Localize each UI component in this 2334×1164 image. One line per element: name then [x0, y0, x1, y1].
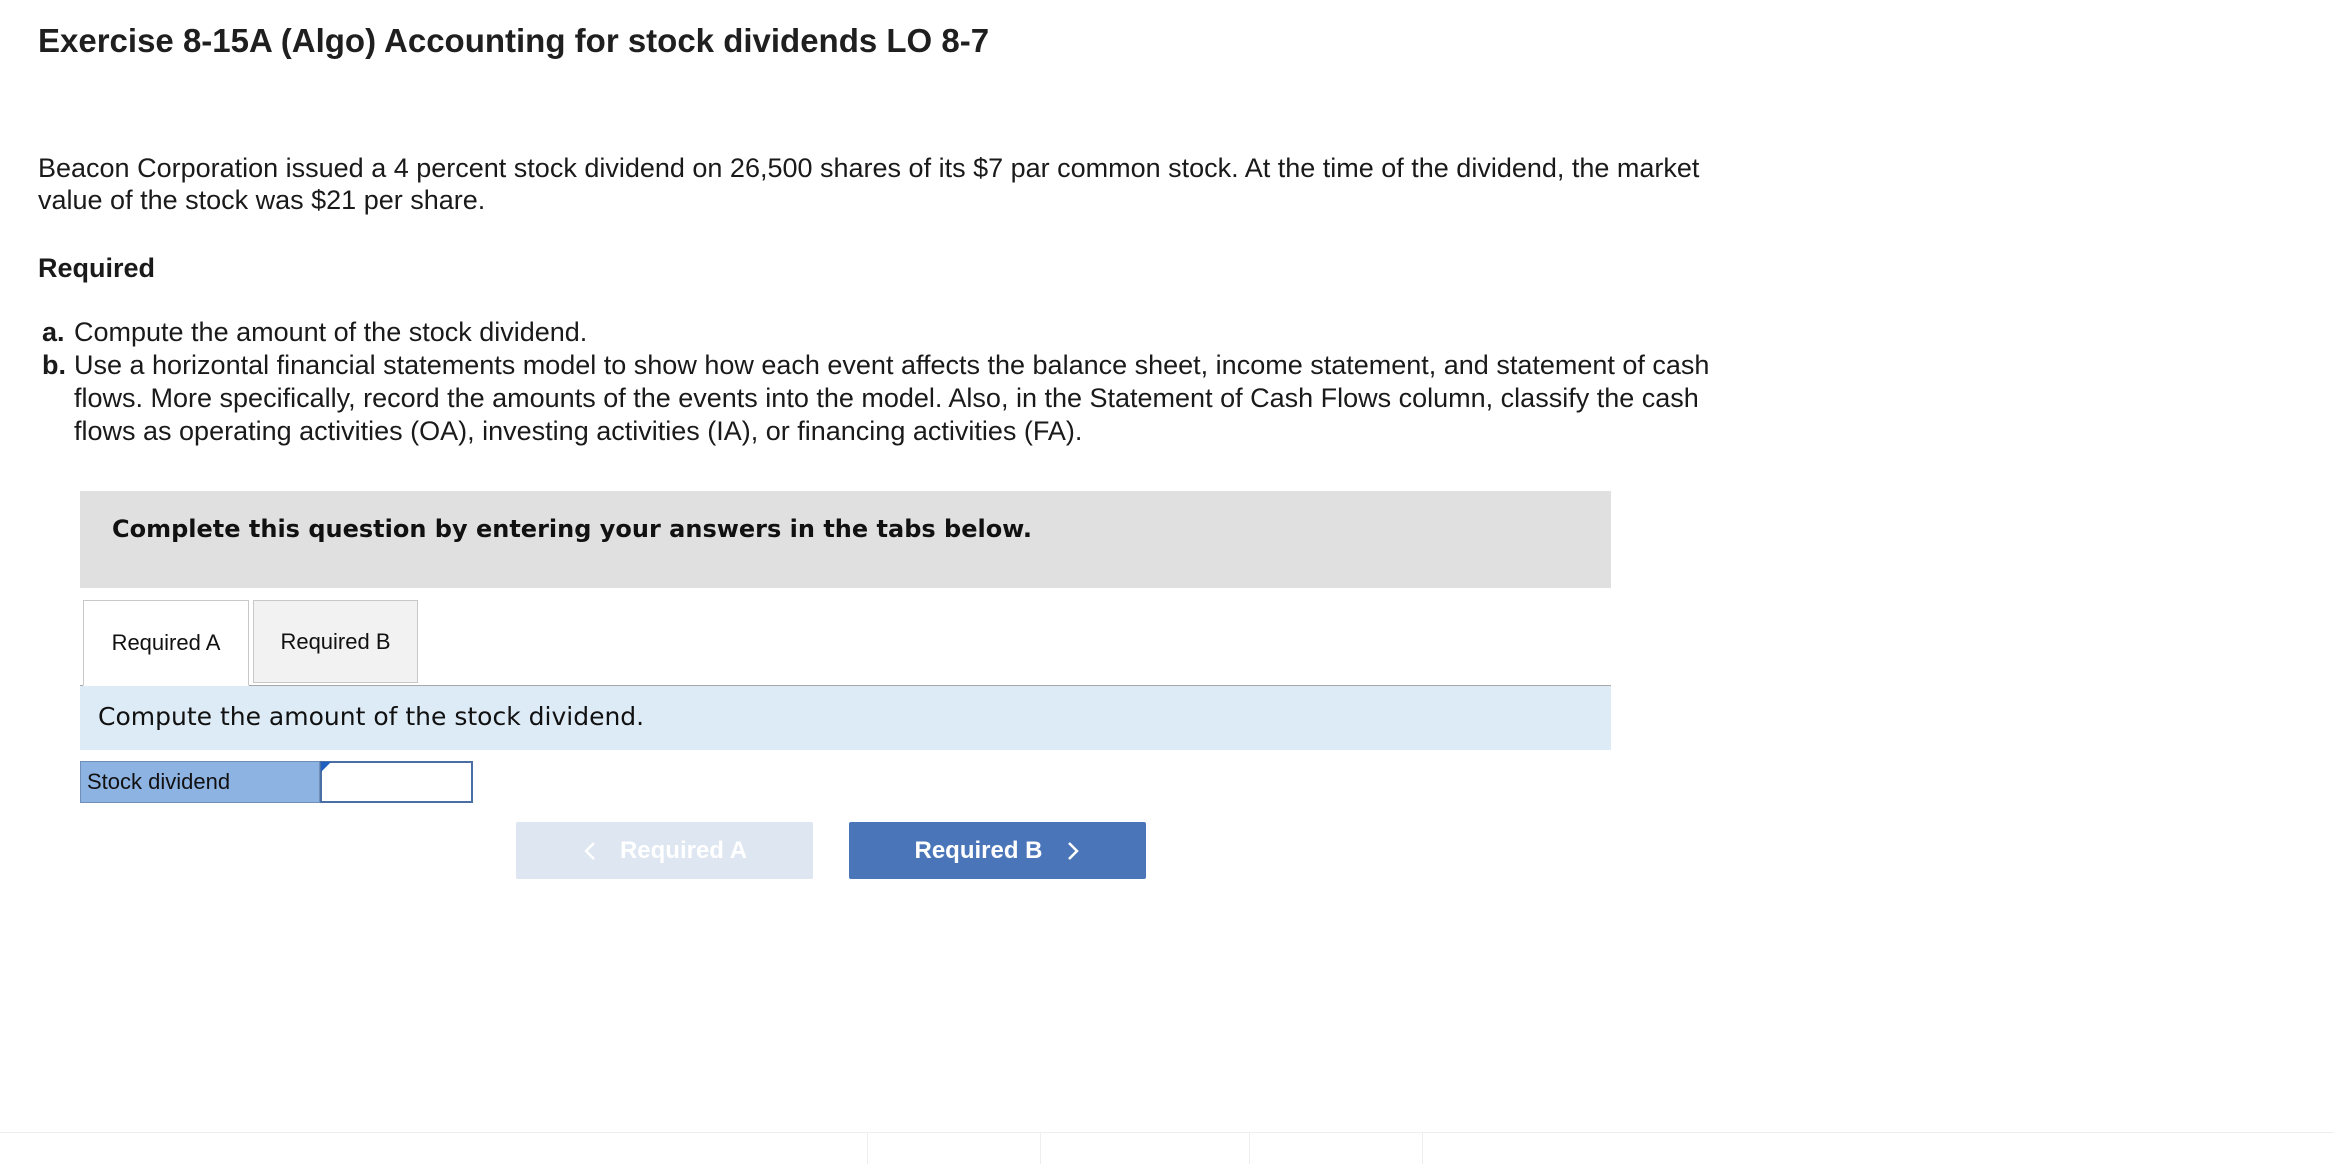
- footer-divider-tick: [1040, 1133, 1041, 1164]
- answer-row: Stock dividend: [80, 761, 473, 803]
- chevron-right-icon: [1065, 839, 1081, 863]
- required-item-b: b. Use a horizontal financial statements…: [42, 349, 1762, 448]
- footer-divider-tick: [867, 1133, 868, 1164]
- previous-button-label: Required A: [619, 836, 748, 864]
- page-title: Exercise 8-15A (Algo) Accounting for sto…: [38, 22, 990, 59]
- problem-intro: Beacon Corporation issued a 4 percent st…: [38, 153, 1700, 215]
- required-item-a: a. Compute the amount of the stock divid…: [42, 316, 1762, 349]
- tab-bar: Required A Required B: [80, 600, 1611, 686]
- instruction-text: Complete this question by entering your …: [112, 515, 1032, 543]
- next-button[interactable]: Required B: [849, 822, 1146, 879]
- previous-button[interactable]: Required A: [516, 822, 813, 879]
- tab-prompt-bar: Compute the amount of the stock dividend…: [80, 686, 1611, 750]
- required-item-text: Compute the amount of the stock dividend…: [74, 317, 588, 347]
- tab-required-a[interactable]: Required A: [83, 600, 249, 686]
- instruction-banner: Complete this question by entering your …: [80, 491, 1611, 588]
- footer-divider-tick: [1422, 1133, 1423, 1164]
- answer-cell: [320, 761, 473, 803]
- required-item-text: Use a horizontal financial statements mo…: [74, 350, 1710, 446]
- required-item-letter: b.: [42, 350, 66, 380]
- tab-required-b[interactable]: Required B: [253, 600, 418, 683]
- cell-marker-icon: [321, 762, 331, 772]
- required-item-letter: a.: [42, 317, 65, 347]
- footer-divider-tick: [1249, 1133, 1250, 1164]
- tab-prompt-text: Compute the amount of the stock dividend…: [98, 702, 645, 731]
- next-button-label: Required B: [914, 836, 1043, 864]
- required-heading: Required: [38, 253, 156, 283]
- footer-divider: [0, 1132, 2334, 1133]
- required-list: a. Compute the amount of the stock divid…: [42, 316, 1762, 448]
- chevron-left-icon: [582, 839, 598, 863]
- stock-dividend-input[interactable]: [320, 761, 473, 803]
- stock-dividend-label: Stock dividend: [80, 761, 320, 803]
